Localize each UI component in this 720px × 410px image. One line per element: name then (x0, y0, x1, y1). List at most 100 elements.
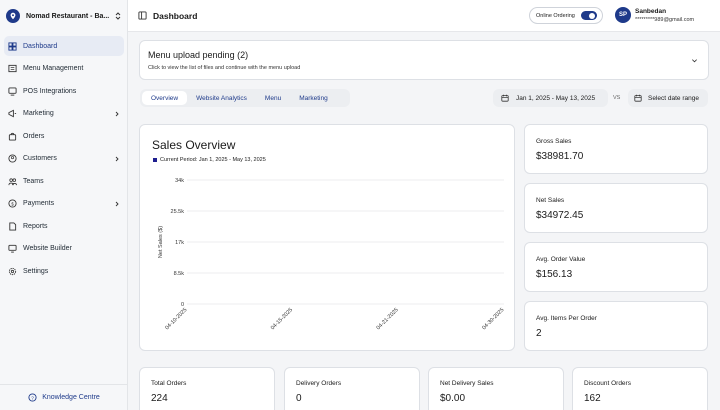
metric-label: Delivery Orders (296, 380, 342, 387)
sidebar-item-settings[interactable]: Settings (4, 261, 124, 281)
tab-website-analytics[interactable]: Website Analytics (187, 91, 256, 105)
x-tick-label: 04-10-2025 (164, 307, 188, 331)
vs-label: VS (613, 95, 621, 101)
sidebar-item-pos-integrations[interactable]: POS Integrations (4, 81, 124, 101)
sidebar-item-label: Customers (23, 155, 57, 162)
megaphone-icon (8, 109, 17, 118)
metric-card-discount-orders: Discount Orders 162 (572, 367, 708, 410)
user-email: *********989@gmail.com (635, 17, 695, 23)
y-tick-label: 25.5k (171, 209, 185, 215)
metric-value: $34972.45 (536, 210, 584, 221)
x-tick-label: 04-15-2025 (270, 307, 294, 331)
toggle-switch[interactable] (580, 11, 597, 20)
x-tick-label: 04-30-2025 (481, 307, 505, 331)
chevron-right-icon (115, 156, 119, 161)
sidebar-item-orders[interactable]: Orders (4, 126, 124, 146)
restaurant-name: Nomad Restaurant - Ba... (26, 12, 110, 20)
date-range-picker[interactable]: Jan 1, 2025 - May 13, 2025 (493, 89, 608, 107)
chevron-right-icon (115, 111, 119, 116)
metric-label: Avg. Items Per Order (536, 315, 597, 322)
help-icon: ? (28, 393, 37, 402)
sidebar-item-label: Payments (23, 200, 55, 207)
metric-label: Net Delivery Sales (440, 380, 494, 387)
knowledge-centre-link[interactable]: ? Knowledge Centre (0, 384, 128, 410)
report-icon (9, 221, 17, 231)
metric-label: Discount Orders (584, 380, 631, 387)
dollar-icon: $ (8, 199, 17, 208)
location-pin-icon (6, 9, 20, 23)
sidebar-item-marketing[interactable]: Marketing (4, 104, 124, 124)
banner-subtitle: Click to view the list of files and cont… (148, 65, 301, 71)
metric-value: 2 (536, 328, 542, 339)
pos-icon (8, 86, 17, 96)
menu-icon (8, 64, 17, 73)
metric-card-delivery-orders: Delivery Orders 0 (284, 367, 420, 410)
sidebar-item-label: Reports (23, 222, 48, 230)
banner-title: Menu upload pending (2) (148, 50, 249, 60)
sidebar-item-label: Orders (23, 132, 45, 140)
y-tick-label: 17k (175, 240, 184, 246)
gear-icon (8, 267, 17, 275)
sales-overview-card: Sales Overview Current Period: Jan 1, 20… (139, 124, 515, 351)
bag-icon (8, 132, 17, 141)
sidebar-item-dashboard[interactable]: Dashboard (4, 36, 124, 56)
metric-label: Total Orders (151, 380, 187, 387)
sidebar-item-customers[interactable]: Customers (4, 149, 124, 169)
metric-value: $0.00 (440, 393, 466, 404)
svg-text:?: ? (31, 395, 34, 401)
metric-value: 224 (151, 393, 168, 404)
x-tick-label: 04-21-2025 (376, 307, 400, 331)
menu-upload-banner[interactable]: Menu upload pending (2) Click to view th… (139, 40, 709, 80)
metric-card-avg-order-value: Avg. Order Value $156.13 (524, 242, 708, 292)
metric-label: Gross Sales (536, 138, 572, 145)
metric-card-net-sales: Net Sales $34972.45 (524, 183, 708, 233)
sidebar-item-menu-management[interactable]: Menu Management (4, 59, 124, 79)
sidebar-item-label: POS Integrations (23, 87, 77, 95)
tab-marketing[interactable]: Marketing (290, 91, 337, 105)
sidebar-nav: Dashboard Menu Management POS Integratio… (4, 36, 124, 284)
metric-value: 162 (584, 393, 601, 404)
chevron-down-icon[interactable] (691, 57, 698, 64)
calendar-icon (501, 94, 509, 102)
sidebar-item-payments[interactable]: $ Payments (4, 194, 124, 214)
tab-menu[interactable]: Menu (256, 91, 290, 105)
sidebar-item-website-builder[interactable]: Website Builder (4, 239, 124, 259)
tab-overview[interactable]: Overview (142, 91, 188, 105)
top-header: Dashboard Online Ordering SP Sanbedan **… (128, 0, 720, 32)
dashboard-tabs: Overview Website Analytics Menu Marketin… (140, 89, 350, 107)
metric-value: $38981.70 (536, 151, 584, 162)
metric-card-gross-sales: Gross Sales $38981.70 (524, 124, 708, 174)
page-title: Dashboard (153, 11, 198, 21)
metric-label: Net Sales (536, 197, 565, 204)
metric-card-total-orders: Total Orders 224 (139, 367, 275, 410)
metric-card-avg-items: Avg. Items Per Order 2 (524, 301, 708, 351)
chevron-right-icon (115, 201, 119, 206)
sales-line-chart: 34k25.5k17k8.5k004-10-2025 04-15-2025 04-2… (158, 178, 505, 331)
metric-value: $156.13 (536, 269, 573, 280)
sidebar-item-teams[interactable]: Teams (4, 171, 124, 191)
sidebar-item-reports[interactable]: Reports (4, 216, 124, 236)
compare-date-label: Select date range (648, 94, 699, 102)
sidebar-toggle-icon[interactable] (138, 11, 147, 20)
svg-text:$: $ (11, 201, 14, 206)
sidebar-item-label: Dashboard (23, 42, 58, 50)
y-tick-label: 8.5k (174, 271, 185, 277)
restaurant-switcher[interactable]: Nomad Restaurant - Ba... (6, 7, 122, 25)
y-axis-label: Net Sales ($) (158, 226, 164, 258)
sidebar-item-label: Settings (23, 267, 49, 275)
metric-value: 0 (296, 393, 302, 404)
metric-card-net-delivery-sales: Net Delivery Sales $0.00 (428, 367, 564, 410)
compare-date-picker[interactable]: Select date range (628, 89, 708, 107)
knowledge-centre-label: Knowledge Centre (42, 394, 100, 401)
avatar[interactable]: SP (615, 7, 631, 23)
online-ordering-label: Online Ordering (536, 12, 575, 19)
user-name: Sanbedan (635, 8, 667, 15)
user-icon (8, 154, 17, 163)
team-icon (8, 177, 17, 185)
online-ordering-toggle[interactable]: Online Ordering (529, 7, 603, 24)
dashboard-icon (8, 41, 17, 51)
sidebar: Nomad Restaurant - Ba... Dashboard Menu … (0, 0, 128, 410)
chevron-updown-icon (115, 12, 121, 20)
date-range-label: Jan 1, 2025 - May 13, 2025 (516, 94, 596, 102)
y-tick-label: 34k (175, 178, 184, 184)
